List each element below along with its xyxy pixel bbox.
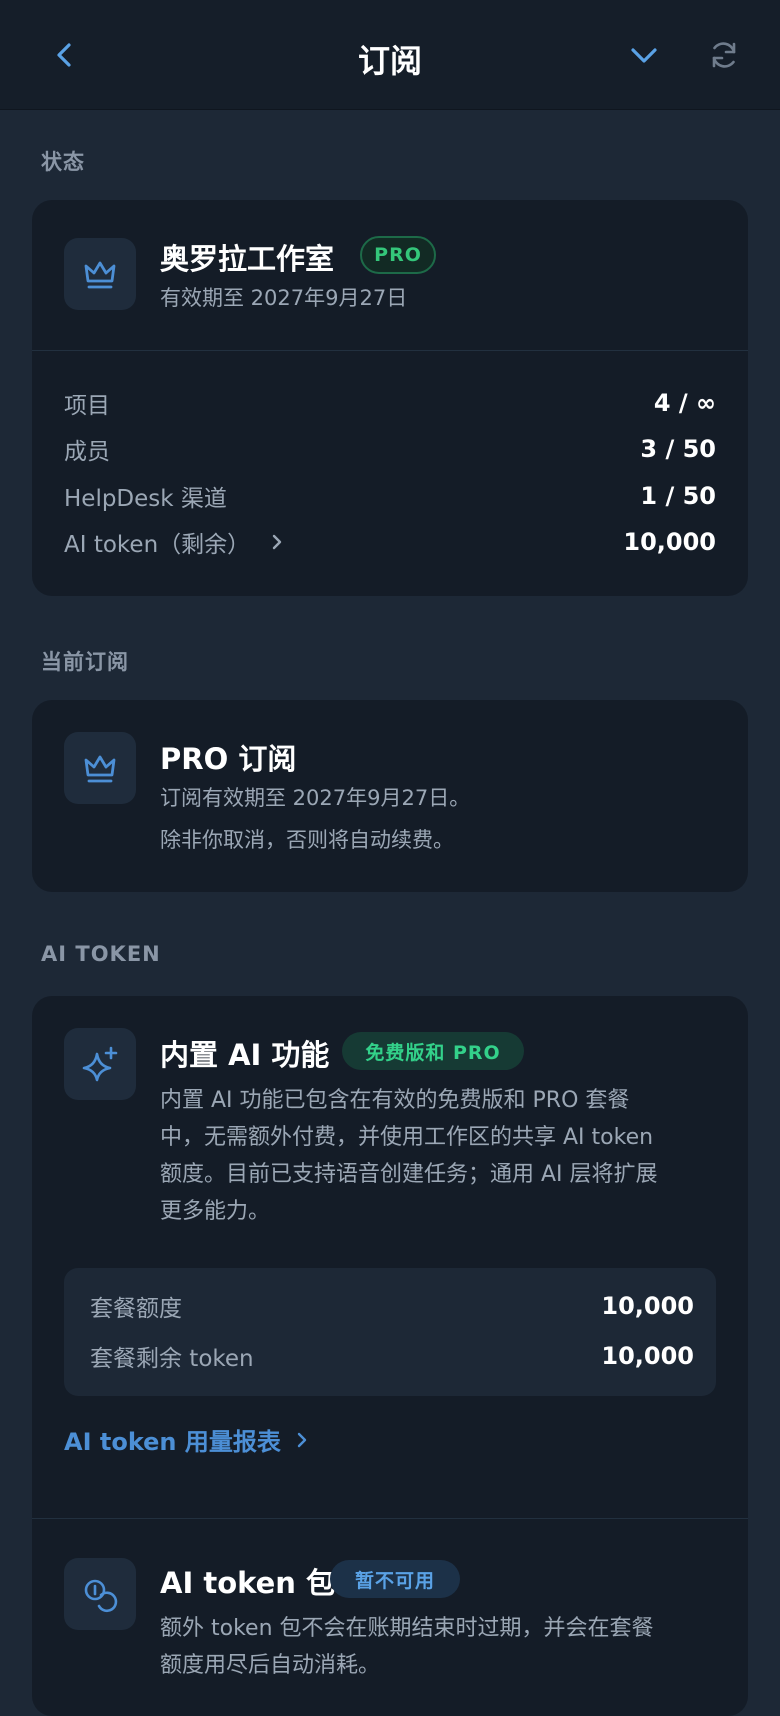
coins-icon-box — [64, 1558, 136, 1630]
org-name: 奥罗拉工作室 — [160, 242, 335, 276]
refresh-button[interactable] — [699, 30, 749, 80]
chevron-right-icon — [297, 1432, 307, 1447]
unavailable-badge: 暂不可用 — [330, 1560, 460, 1598]
usage-row-members: 成员 3 / 50 — [64, 429, 716, 469]
sparkle-icon-box — [64, 1028, 136, 1100]
subscription-renewal: 除非你取消，否则将自动续费。 — [160, 828, 454, 852]
remaining-label: 套餐剩余 token — [90, 1346, 254, 1372]
crown-icon-box — [64, 238, 136, 310]
usage-row-ai-token[interactable]: AI token（剩余） 10,000 — [64, 522, 716, 562]
token-pack-description: 额外 token 包不会在账期结束时过期，并会在套餐 额度用尽后自动消耗。 — [160, 1616, 654, 1678]
top-bar: 订阅 — [0, 0, 780, 110]
divider — [32, 350, 748, 351]
quota-row: 套餐额度 10,000 — [90, 1286, 694, 1326]
usage-report-link[interactable]: AI token 用量报表 — [64, 1422, 315, 1457]
usage-row-helpdesk: HelpDesk 渠道 1 / 50 — [64, 476, 716, 516]
plan-badge: 免费版和 PRO — [342, 1032, 524, 1070]
collapse-button[interactable] — [619, 30, 669, 80]
crown-icon — [84, 261, 116, 289]
section-label-current: 当前订阅 — [41, 650, 129, 674]
crown-icon-box — [64, 732, 136, 804]
chevron-right-icon — [272, 534, 282, 550]
usage-value: 1 / 50 — [640, 482, 716, 510]
remaining-value: 10,000 — [601, 1342, 694, 1370]
subscription-card: PRO 订阅 订阅有效期至 2027年9月27日。 除非你取消，否则将自动续费。 — [32, 700, 748, 892]
quota-value: 10,000 — [601, 1292, 694, 1320]
ai-feature-description: 内置 AI 功能已包含在有效的免费版和 PRO 套餐 中，无需额外付费，并使用工… — [160, 1088, 658, 1224]
subscription-expiry: 订阅有效期至 2027年9月27日。 — [160, 786, 471, 810]
divider — [32, 1518, 748, 1519]
section-label-ai: AI TOKEN — [41, 942, 161, 966]
remaining-row: 套餐剩余 token 10,000 — [90, 1336, 694, 1376]
quota-box: 套餐额度 10,000 套餐剩余 token 10,000 — [64, 1268, 716, 1396]
pro-badge: PRO — [360, 236, 436, 274]
usage-value: 3 / 50 — [640, 435, 716, 463]
status-card: 奥罗拉工作室 PRO 有效期至 2027年9月27日 项目 4 / ∞ 成员 3… — [32, 200, 748, 596]
usage-label: AI token（剩余） — [64, 532, 251, 558]
ai-card: 内置 AI 功能 免费版和 PRO 内置 AI 功能已包含在有效的免费版和 PR… — [32, 996, 748, 1716]
usage-row-projects: 项目 4 / ∞ — [64, 383, 716, 423]
refresh-icon — [712, 42, 736, 68]
subscription-title: PRO 订阅 — [160, 742, 297, 776]
quota-label: 套餐额度 — [90, 1296, 182, 1322]
usage-label: 成员 — [64, 439, 110, 465]
chevron-down-icon — [631, 48, 657, 63]
usage-value: 4 / ∞ — [653, 389, 716, 417]
expiry-text: 有效期至 2027年9月27日 — [160, 286, 408, 310]
crown-icon — [84, 755, 116, 783]
token-pack-title: AI token 包 — [160, 1566, 336, 1600]
ai-feature-title: 内置 AI 功能 — [160, 1038, 330, 1072]
sparkle-icon — [82, 1046, 118, 1082]
usage-value: 10,000 — [623, 528, 716, 556]
usage-label: HelpDesk 渠道 — [64, 486, 227, 512]
usage-label: 项目 — [64, 393, 110, 419]
coins-icon — [84, 1579, 118, 1613]
section-label-status: 状态 — [41, 150, 85, 174]
